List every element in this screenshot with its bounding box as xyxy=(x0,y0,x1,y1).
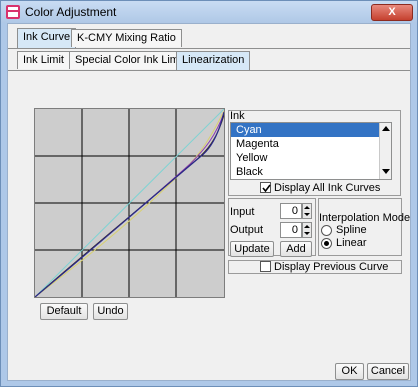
display-all-ink-curves-label: Display All Ink Curves xyxy=(274,182,381,194)
output-spin-up-icon[interactable] xyxy=(304,225,310,228)
close-button[interactable]: X xyxy=(371,4,413,21)
ink-list-scrollbar[interactable] xyxy=(379,123,391,179)
ink-item-yellow[interactable]: Yellow xyxy=(231,151,391,165)
update-button[interactable]: Update xyxy=(230,241,274,257)
output-spin-down-icon[interactable] xyxy=(304,232,310,235)
tab-divider xyxy=(8,48,410,49)
tab-linearization[interactable]: Linearization xyxy=(176,51,251,71)
input-spinner[interactable] xyxy=(302,203,312,219)
add-button[interactable]: Add xyxy=(280,241,312,257)
color-adjustment-window: Color Adjustment X Ink Curve K-CMY Mixin… xyxy=(0,0,418,387)
title-bar: Color Adjustment X xyxy=(1,1,417,23)
ink-group-title: Ink xyxy=(230,110,245,122)
input-spin-down-icon[interactable] xyxy=(304,213,310,216)
app-icon xyxy=(6,5,20,19)
tab-ink-limit[interactable]: Ink Limit xyxy=(17,51,70,69)
cancel-button[interactable]: Cancel xyxy=(367,363,409,380)
input-label: Input xyxy=(230,206,255,218)
linear-radio[interactable] xyxy=(321,238,332,249)
default-button[interactable]: Default xyxy=(40,303,88,320)
curve-graph[interactable] xyxy=(35,109,224,297)
subtab-divider xyxy=(8,70,410,71)
tab-special-color-ink-limit[interactable]: Special Color Ink Limit xyxy=(69,51,191,69)
radio-selected-dot xyxy=(324,241,329,246)
ok-button[interactable]: OK xyxy=(335,363,364,380)
tab-ink-curve[interactable]: Ink Curve xyxy=(17,28,77,48)
window-title: Color Adjustment xyxy=(25,5,117,19)
ink-listbox[interactable]: Cyan Magenta Yellow Black xyxy=(230,122,392,180)
scroll-down-icon[interactable] xyxy=(382,169,390,174)
display-all-ink-curves-checkbox[interactable] xyxy=(260,182,271,193)
curve-editor[interactable] xyxy=(34,108,225,298)
undo-button[interactable]: Undo xyxy=(93,303,128,320)
checkmark-icon xyxy=(262,184,271,193)
output-spinner[interactable] xyxy=(302,222,312,238)
tab-k-cmy-mixing-ratio[interactable]: K-CMY Mixing Ratio xyxy=(71,29,182,47)
ink-item-cyan[interactable]: Cyan xyxy=(231,123,391,137)
output-label: Output xyxy=(230,224,264,236)
spline-radio[interactable] xyxy=(321,225,332,236)
ink-item-black[interactable]: Black xyxy=(231,165,391,179)
spline-label: Spline xyxy=(336,224,367,236)
input-spin-up-icon[interactable] xyxy=(304,206,310,209)
scroll-up-icon[interactable] xyxy=(382,126,390,131)
output-field[interactable]: 0 xyxy=(280,222,302,238)
interpolation-mode-title: Interpolation Mode xyxy=(319,212,411,224)
input-field[interactable]: 0 xyxy=(280,203,302,219)
display-previous-curve-label: Display Previous Curve xyxy=(274,261,389,273)
dialog-client-area: Ink Curve K-CMY Mixing Ratio Ink Limit S… xyxy=(7,23,411,381)
ink-item-magenta[interactable]: Magenta xyxy=(231,137,391,151)
linear-label: Linear xyxy=(336,237,367,249)
display-previous-curve-checkbox[interactable] xyxy=(260,261,271,272)
